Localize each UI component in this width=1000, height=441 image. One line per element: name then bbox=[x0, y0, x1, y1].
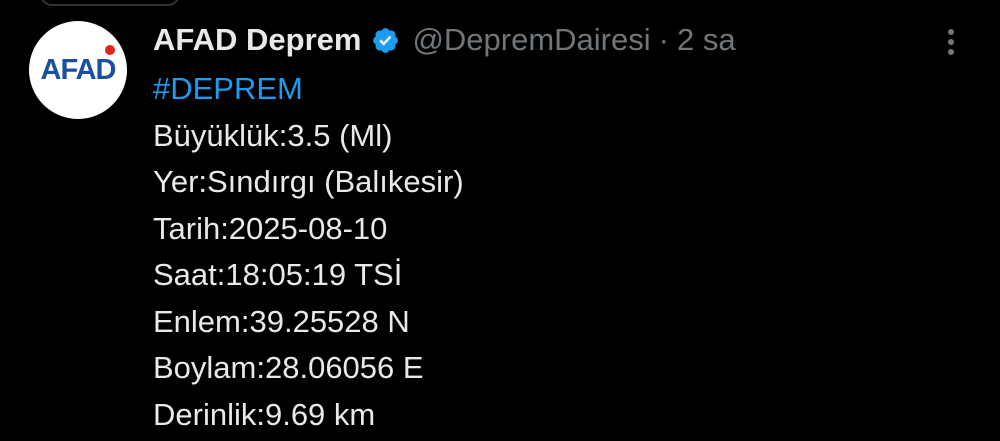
avatar-logo-text: AFAD bbox=[40, 54, 117, 86]
location-line: Yer:Sındırgı (Balıkesir) bbox=[153, 164, 464, 199]
date-line: Tarih:2025-08-10 bbox=[153, 210, 388, 246]
magnitude-line: Büyüklük:3.5 (Ml) bbox=[153, 117, 393, 153]
depth-line: Derinlik:9.69 km bbox=[153, 396, 376, 432]
more-vertical-icon[interactable] bbox=[936, 26, 966, 58]
avatar[interactable]: AFAD bbox=[29, 21, 127, 119]
author-name[interactable]: AFAD Deprem bbox=[153, 22, 361, 58]
tweet-timestamp[interactable]: 2 sa bbox=[677, 22, 736, 58]
longitude-line: Boylam:28.06056 E bbox=[153, 350, 424, 385]
tweet-text: #DEPREM Büyüklük:3.5 (Ml) Yer:Sındırgı (… bbox=[153, 66, 464, 438]
latitude-line: Enlem:39.25528 N bbox=[153, 303, 410, 339]
author-handle[interactable]: @DepremDairesi bbox=[412, 22, 650, 58]
hashtag-link[interactable]: #DEPREM bbox=[153, 66, 464, 113]
time-line: Saat:18:05:19 TSİ bbox=[153, 257, 403, 292]
previous-tweet-border bbox=[40, 0, 180, 6]
verified-badge-icon bbox=[373, 27, 399, 53]
tweet-header: AFAD Deprem @DepremDairesi · 2 sa bbox=[153, 18, 736, 62]
header-separator: · bbox=[658, 22, 669, 57]
